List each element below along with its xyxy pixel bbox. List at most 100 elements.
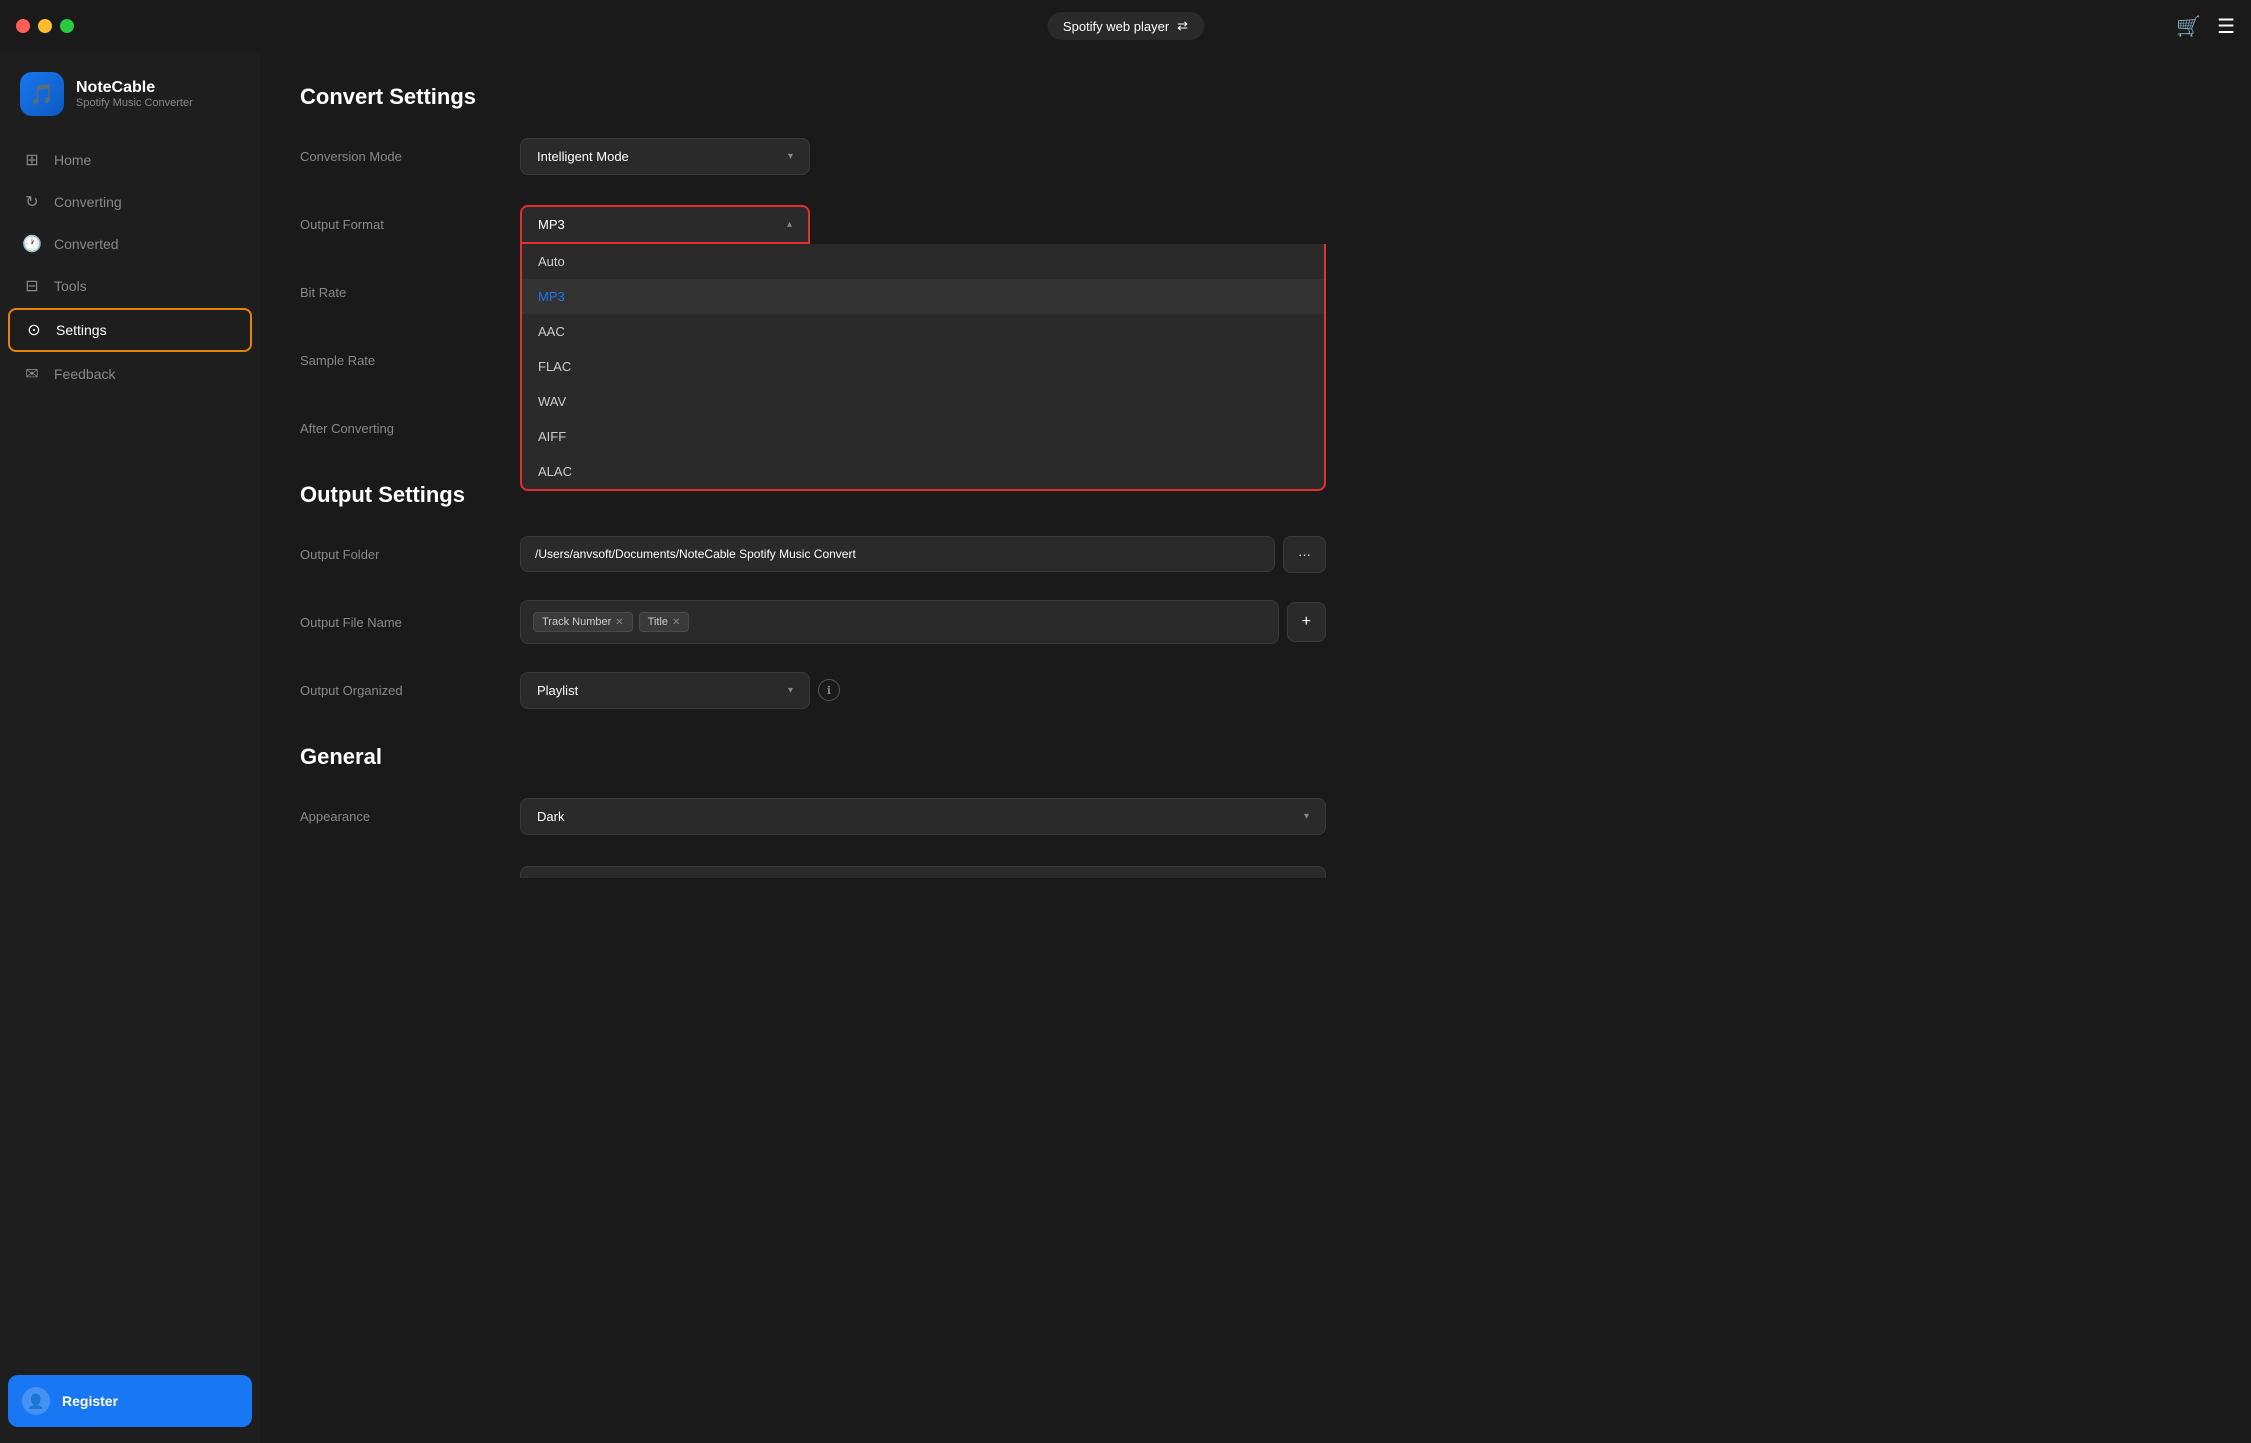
appearance-value: Dark [537,809,564,824]
logo-emoji: 🎵 [30,82,55,107]
sidebar-item-label: Feedback [54,366,115,382]
maximize-button[interactable] [60,19,74,33]
tools-icon: ⊟ [22,276,42,296]
output-folder-control: ··· [520,536,1326,573]
format-option-mp3[interactable]: MP3 [522,279,1324,314]
close-button[interactable] [16,19,30,33]
output-format-container: MP3 ▴ Auto MP3 AAC FLAC WAV AIFF ALAC [520,205,1326,244]
output-organized-label: Output Organized [300,683,520,698]
chevron-down-icon: ▾ [788,685,793,696]
languages-dropdown[interactable]: English ▾ [520,866,1326,879]
sidebar-item-label: Converting [54,194,122,210]
sidebar: 🎵 NoteCable Spotify Music Converter ⊞ Ho… [0,0,260,1443]
sidebar-item-converting[interactable]: ↻ Converting [8,182,252,222]
sidebar-item-settings[interactable]: ⊙ Settings [8,308,252,352]
output-format-label: Output Format [300,217,520,232]
sidebar-item-label: Tools [54,278,87,294]
appearance-label: Appearance [300,809,520,824]
format-option-auto[interactable]: Auto [522,244,1324,279]
cart-icon[interactable]: 🛒 [2176,14,2201,39]
output-filename-label: Output File Name [300,615,520,630]
output-organized-dropdown[interactable]: Playlist ▾ [520,672,810,709]
output-filename-control: Track Number ✕ Title ✕ + [520,600,1326,644]
conversion-mode-value: Intelligent Mode [537,149,629,164]
after-converting-label: After Converting [300,421,520,436]
bit-rate-label: Bit Rate [300,285,520,300]
format-option-aac[interactable]: AAC [522,314,1324,349]
appearance-control: Dark ▾ [520,798,1326,835]
output-format-control: MP3 ▴ Auto MP3 AAC FLAC WAV AIFF ALAC [520,205,1326,244]
output-format-btn[interactable]: MP3 ▴ [520,205,810,244]
logo-text: NoteCable Spotify Music Converter [76,79,193,109]
converting-icon: ↻ [22,192,42,212]
chevron-up-icon: ▴ [787,219,792,230]
spotify-label: Spotify web player [1063,19,1169,34]
output-format-menu: Auto MP3 AAC FLAC WAV AIFF ALAC [520,244,1326,491]
conversion-mode-btn[interactable]: Intelligent Mode ▾ [520,138,810,175]
output-organized-value: Playlist [537,683,578,698]
folder-row: ··· [520,536,1326,573]
tag-title-label: Title [648,616,668,628]
home-icon: ⊞ [22,150,42,170]
tag-track-number-label: Track Number [542,616,611,628]
menu-icon[interactable]: ☰ [2217,14,2235,39]
add-filename-tag-button[interactable]: + [1287,602,1326,642]
sidebar-item-label: Home [54,152,91,168]
appearance-dropdown[interactable]: Dark ▾ [520,798,1326,835]
tag-track-number: Track Number ✕ [533,612,633,632]
sidebar-item-feedback[interactable]: ✉ Feedback [8,354,252,394]
output-format-value: MP3 [538,217,565,232]
app-name: NoteCable [76,79,193,97]
main-content: Convert Settings Conversion Mode Intelli… [260,0,1366,878]
traffic-lights [16,19,74,33]
titlebar: Spotify web player ⇄ 🛒 ☰ [0,0,2251,52]
sidebar-item-home[interactable]: ⊞ Home [8,140,252,180]
app-subtitle: Spotify Music Converter [76,97,193,109]
output-folder-label: Output Folder [300,547,520,562]
titlebar-right: 🛒 ☰ [2176,14,2235,39]
general-title: General [300,744,1326,770]
register-avatar-icon: 👤 [22,1387,50,1415]
chevron-down-icon: ▾ [788,151,793,162]
convert-settings-title: Convert Settings [300,84,1326,110]
info-button[interactable]: ℹ [818,679,840,701]
sample-rate-label: Sample Rate [300,353,520,368]
sidebar-item-label: Converted [54,236,119,252]
logo-icon: 🎵 [20,72,64,116]
spotify-web-player-button[interactable]: Spotify web player ⇄ [1047,12,1204,40]
tag-title: Title ✕ [639,612,690,632]
filename-tags: Track Number ✕ Title ✕ [520,600,1279,644]
format-option-aiff[interactable]: AIFF [522,419,1324,454]
format-option-alac[interactable]: ALAC [522,454,1324,489]
conversion-mode-dropdown: Intelligent Mode ▾ [520,138,810,175]
tag-title-close[interactable]: ✕ [672,617,680,628]
tag-track-number-close[interactable]: ✕ [615,617,623,628]
filename-row: Track Number ✕ Title ✕ + [520,600,1326,644]
settings-icon: ⊙ [24,320,44,340]
output-folder-input[interactable] [520,536,1275,572]
conversion-mode-label: Conversion Mode [300,149,520,164]
output-organized-row: Output Organized Playlist ▾ ℹ [300,668,1326,712]
sidebar-bottom: 👤 Register [0,1367,260,1443]
app-logo: 🎵 NoteCable Spotify Music Converter [0,52,260,140]
minimize-button[interactable] [38,19,52,33]
output-format-row: Output Format MP3 ▴ Auto MP3 AAC FLAC WA… [300,202,1326,246]
titlebar-center: Spotify web player ⇄ [1047,12,1204,40]
sidebar-item-label: Settings [56,322,107,338]
register-button[interactable]: 👤 Register [8,1375,252,1427]
format-option-wav[interactable]: WAV [522,384,1324,419]
languages-value: English [537,877,580,879]
output-organized-control: Playlist ▾ ℹ [520,672,1326,709]
conversion-mode-control: Intelligent Mode ▾ [520,138,1326,175]
chevron-down-icon: ▾ [1304,811,1309,822]
register-label: Register [62,1393,118,1409]
converted-icon: 🕐 [22,234,42,254]
sidebar-item-tools[interactable]: ⊟ Tools [8,266,252,306]
switch-icon: ⇄ [1177,18,1188,34]
sidebar-item-converted[interactable]: 🕐 Converted [8,224,252,264]
languages-control: English ▾ [520,866,1326,879]
browse-folder-button[interactable]: ··· [1283,536,1326,573]
feedback-icon: ✉ [22,364,42,384]
appearance-row: Appearance Dark ▾ [300,794,1326,838]
format-option-flac[interactable]: FLAC [522,349,1324,384]
